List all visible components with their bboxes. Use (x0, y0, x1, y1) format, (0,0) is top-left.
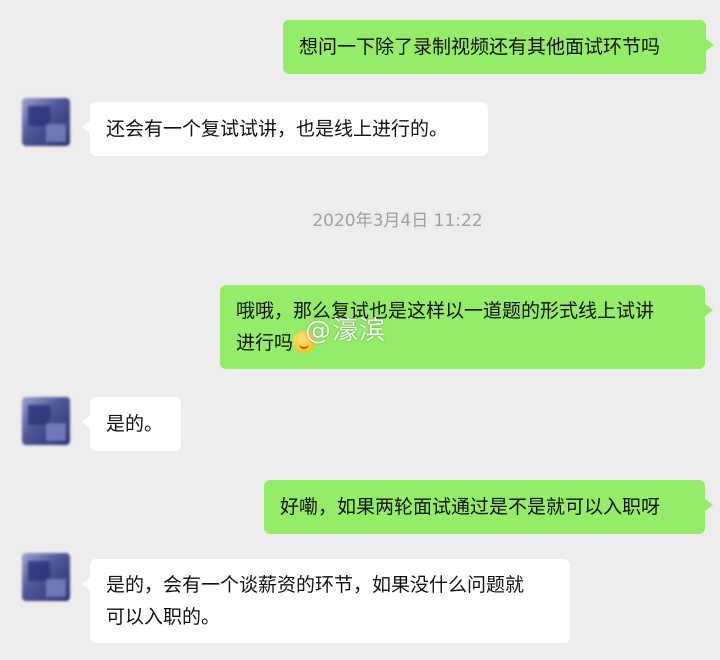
message-text-line-content: 进行吗 (236, 332, 294, 354)
chat-timestamp: 2020年3月4日 11:22 (312, 211, 483, 231)
contact-avatar[interactable] (22, 397, 70, 445)
message-text-line: 进行吗 (236, 327, 689, 359)
message-text: 还会有一个复试试讲，也是线上进行的。 (106, 118, 449, 140)
message-text-line: 哦哦，那么复试也是这样以一道题的形式线上试讲 (236, 300, 655, 322)
message-text-line: 可以入职的。 (106, 606, 221, 628)
message-text: 想问一下除了录制视频还有其他面试环节吗 (299, 36, 661, 58)
message-text: 是的。 (106, 413, 164, 435)
contact-avatar[interactable] (22, 98, 70, 146)
message-bubble-received[interactable]: 是的，会有一个谈薪资的环节，如果没什么问题就 可以入职的。 (82, 559, 570, 643)
message-text-line: 是的，会有一个谈薪资的环节，如果没什么问题就 (106, 574, 525, 596)
message-bubble-received[interactable]: 是的。 (82, 397, 181, 451)
message-bubble-received[interactable]: 还会有一个复试试讲，也是线上进行的。 (82, 102, 488, 156)
message-bubble-sent[interactable]: 哦哦，那么复试也是这样以一道题的形式线上试讲 进行吗 (220, 285, 713, 369)
watermark: @濠滨 (305, 316, 387, 346)
message-bubble-sent[interactable]: 好嘞，如果两轮面试通过是不是就可以入职呀 (264, 480, 713, 534)
chat-window: 想问一下除了录制视频还有其他面试环节吗 还会有一个复试试讲，也是线上进行的。 2… (0, 0, 720, 660)
message-text: 好嘞，如果两轮面试通过是不是就可以入职呀 (280, 496, 661, 518)
contact-avatar[interactable] (22, 553, 70, 601)
message-bubble-sent[interactable]: 想问一下除了录制视频还有其他面试环节吗 (283, 20, 714, 74)
